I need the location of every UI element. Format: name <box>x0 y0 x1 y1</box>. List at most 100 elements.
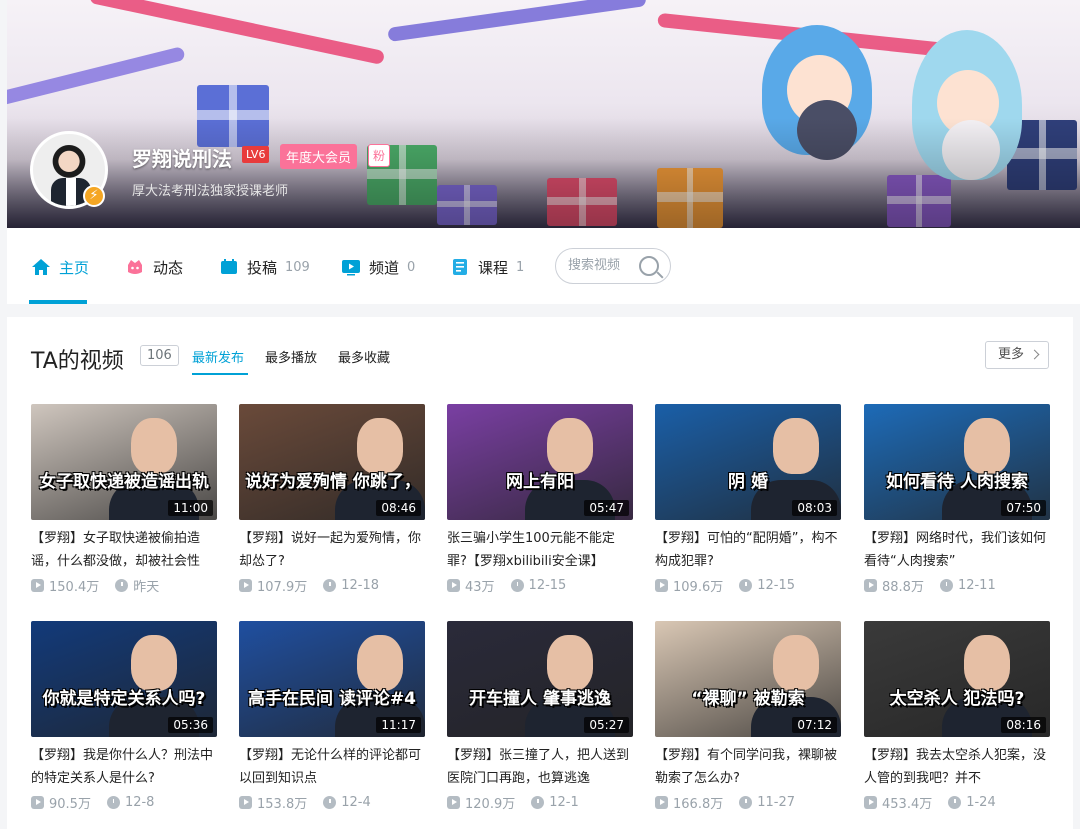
publish-date: 昨天 <box>133 579 160 595</box>
video-thumbnail[interactable]: 如何看待 人肉搜索 07:50 <box>864 404 1050 520</box>
tab-course-count: 1 <box>516 259 525 275</box>
clock-icon <box>510 578 524 592</box>
video-card[interactable]: 网上有阳 05:47 张三骗小学生100元能不能定罪?【罗翔xbilibili安全课… <box>447 404 633 595</box>
video-duration: 11:00 <box>168 500 213 516</box>
video-title[interactable]: 【罗翔】我是你什么人？刑法中的特定关系人是什么? <box>31 744 217 790</box>
video-card[interactable]: 太空杀人 犯法吗? 08:16 【罗翔】我去太空杀人犯案，没人管的到我吧？并不 453… <box>864 621 1050 812</box>
view-count: 109.6万 <box>673 579 724 595</box>
tab-dynamic-label: 动态 <box>153 258 184 277</box>
view-count: 153.8万 <box>257 796 308 812</box>
clock-icon <box>323 795 337 809</box>
video-title[interactable]: 【罗翔】张三撞了人，把人送到医院门口再跑，也算逃逸 <box>447 744 633 790</box>
video-meta: 153.8万 12-4 <box>239 792 425 812</box>
view-count: 88.8万 <box>882 579 924 595</box>
video-card[interactable]: 你就是特定关系人吗? 05:36 【罗翔】我是你什么人？刑法中的特定关系人是什么? 9… <box>31 621 217 812</box>
verified-lightning-icon: ⚡ <box>83 185 105 207</box>
video-meta: 88.8万 12-11 <box>864 575 1050 595</box>
section-title: TA的视频 <box>31 349 124 374</box>
play-count-icon <box>31 578 44 592</box>
upload-icon <box>221 259 237 274</box>
clock-icon <box>531 795 545 809</box>
video-card[interactable]: 如何看待 人肉搜索 07:50 【罗翔】网络时代，我们该如何看待“人肉搜索” 88.8… <box>864 404 1050 595</box>
video-duration: 05:27 <box>584 717 629 733</box>
video-meta: 150.4万 昨天 <box>31 575 217 595</box>
video-title[interactable]: 【罗翔】我去太空杀人犯案，没人管的到我吧？并不 <box>864 744 1050 790</box>
thumbnail-caption: “裸聊” 被勒索 <box>691 689 805 709</box>
video-thumbnail[interactable]: 开车撞人 肇事逃逸 05:27 <box>447 621 633 737</box>
video-card[interactable]: 说好为爱殉情 你跳了，他没跳 08:46 【罗翔】说好一起为爱殉情，你却怂了?107… <box>239 404 425 595</box>
video-card[interactable]: “裸聊” 被勒索 07:12 【罗翔】有个同学问我，裸聊被勒索了怎么办? 166.8万… <box>655 621 841 812</box>
video-meta: 120.9万 12-1 <box>447 792 633 812</box>
video-thumbnail[interactable]: 阴 婚 08:03 <box>655 404 841 520</box>
filter-most-played[interactable]: 最多播放 <box>265 347 317 366</box>
tab-upload-label: 投稿 <box>247 258 278 277</box>
clock-icon <box>939 578 953 592</box>
tab-course[interactable]: 课程 1 <box>450 256 524 278</box>
video-title[interactable]: 【罗翔】可怕的“配阴婚”，构不构成犯罪? <box>655 527 841 573</box>
publish-date: 12-15 <box>528 577 567 593</box>
video-thumbnail[interactable]: 太空杀人 犯法吗? 08:16 <box>864 621 1050 737</box>
tab-home[interactable]: 主页 <box>31 256 89 278</box>
tab-upload-count: 109 <box>285 259 310 275</box>
play-count-icon <box>864 578 877 592</box>
video-card[interactable]: 开车撞人 肇事逃逸 05:27 【罗翔】张三撞了人，把人送到医院门口再跑，也算逃逸 1… <box>447 621 633 812</box>
video-duration: 11:17 <box>376 717 421 733</box>
thumbnail-caption: 你就是特定关系人吗? <box>42 689 206 709</box>
video-thumbnail[interactable]: 高手在民间 读评论#4 11:17 <box>239 621 425 737</box>
publish-date: 11-27 <box>757 794 795 810</box>
more-button-label: 更多 <box>998 347 1025 362</box>
thumbnail-caption: 说好为爱殉情 你跳了，他没跳 <box>245 472 419 492</box>
play-count-icon <box>447 795 460 809</box>
video-thumbnail[interactable]: 说好为爱殉情 你跳了，他没跳 08:46 <box>239 404 425 520</box>
filter-latest[interactable]: 最新发布 <box>192 347 244 366</box>
video-thumbnail[interactable]: 你就是特定关系人吗? 05:36 <box>31 621 217 737</box>
profile-nav: 主页 动态 投稿 109 频道 0 课程 1 搜索视频 <box>7 228 1080 304</box>
tab-channel[interactable]: 频道 0 <box>341 256 415 278</box>
clock-icon <box>323 578 337 592</box>
chevron-right-icon <box>1029 349 1040 360</box>
user-name: 罗翔说刑法 <box>132 147 232 171</box>
video-duration: 08:46 <box>376 500 421 516</box>
tab-dynamic[interactable]: 动态 <box>125 256 183 278</box>
more-button[interactable]: 更多 <box>985 341 1049 369</box>
video-thumbnail[interactable]: 网上有阳 05:47 <box>447 404 633 520</box>
active-tab-indicator <box>29 300 87 304</box>
clock-icon <box>739 795 753 809</box>
video-duration: 07:50 <box>1001 500 1046 516</box>
video-thumbnail[interactable]: 女子取快递被造谣出轨 11:00 <box>31 404 217 520</box>
publish-date: 12-8 <box>124 794 155 810</box>
video-meta: 107.9万 12-18 <box>239 575 425 595</box>
fan-badge[interactable]: 粉 <box>368 144 391 167</box>
view-count: 120.9万 <box>465 796 516 812</box>
view-count: 166.8万 <box>673 796 724 812</box>
video-meta: 166.8万 11-27 <box>655 792 841 812</box>
video-title[interactable]: 【罗翔】无论什么样的评论都可以回到知识点 <box>239 744 425 790</box>
search-icon[interactable] <box>639 256 659 276</box>
video-title[interactable]: 【罗翔】女子取快递被偷拍造谣，什么都没做，却被社会性 <box>31 527 217 573</box>
thumbnail-caption: 阴 婚 <box>728 472 768 492</box>
vip-badge[interactable]: 年度大会员 <box>280 144 358 169</box>
publish-date: 12-11 <box>957 577 996 593</box>
video-count-badge: 106 <box>140 345 179 366</box>
dynamic-icon <box>128 260 142 274</box>
video-card[interactable]: 高手在民间 读评论#4 11:17 【罗翔】无论什么样的评论都可以回到知识点 153.… <box>239 621 425 812</box>
play-count-icon <box>655 795 668 809</box>
video-title[interactable]: 【罗翔】说好一起为爱殉情，你却怂了? <box>239 527 425 573</box>
video-title[interactable]: 张三骗小学生100元能不能定罪?【罗翔xbilibili安全课】 <box>447 527 633 573</box>
view-count: 150.4万 <box>49 579 100 595</box>
video-meta: 43万 12-15 <box>447 575 633 595</box>
tab-upload[interactable]: 投稿 109 <box>219 256 310 278</box>
video-title[interactable]: 【罗翔】网络时代，我们该如何看待“人肉搜索” <box>864 527 1050 573</box>
filter-most-favorited[interactable]: 最多收藏 <box>338 347 390 366</box>
video-card[interactable]: 阴 婚 08:03 【罗翔】可怕的“配阴婚”，构不构成犯罪? 109.6万 12-15 <box>655 404 841 595</box>
video-title[interactable]: 【罗翔】有个同学问我，裸聊被勒索了怎么办? <box>655 744 841 790</box>
video-duration: 05:36 <box>168 717 213 733</box>
course-icon <box>453 259 467 275</box>
video-card[interactable]: 女子取快递被造谣出轨 11:00 【罗翔】女子取快递被偷拍造谣，什么都没做，却被社会… <box>31 404 217 595</box>
video-thumbnail[interactable]: “裸聊” 被勒索 07:12 <box>655 621 841 737</box>
video-duration: 08:16 <box>1001 717 1046 733</box>
home-icon <box>32 259 50 275</box>
publish-date: 12-1 <box>549 794 579 810</box>
play-count-icon <box>655 578 668 592</box>
tab-course-label: 课程 <box>478 258 509 277</box>
